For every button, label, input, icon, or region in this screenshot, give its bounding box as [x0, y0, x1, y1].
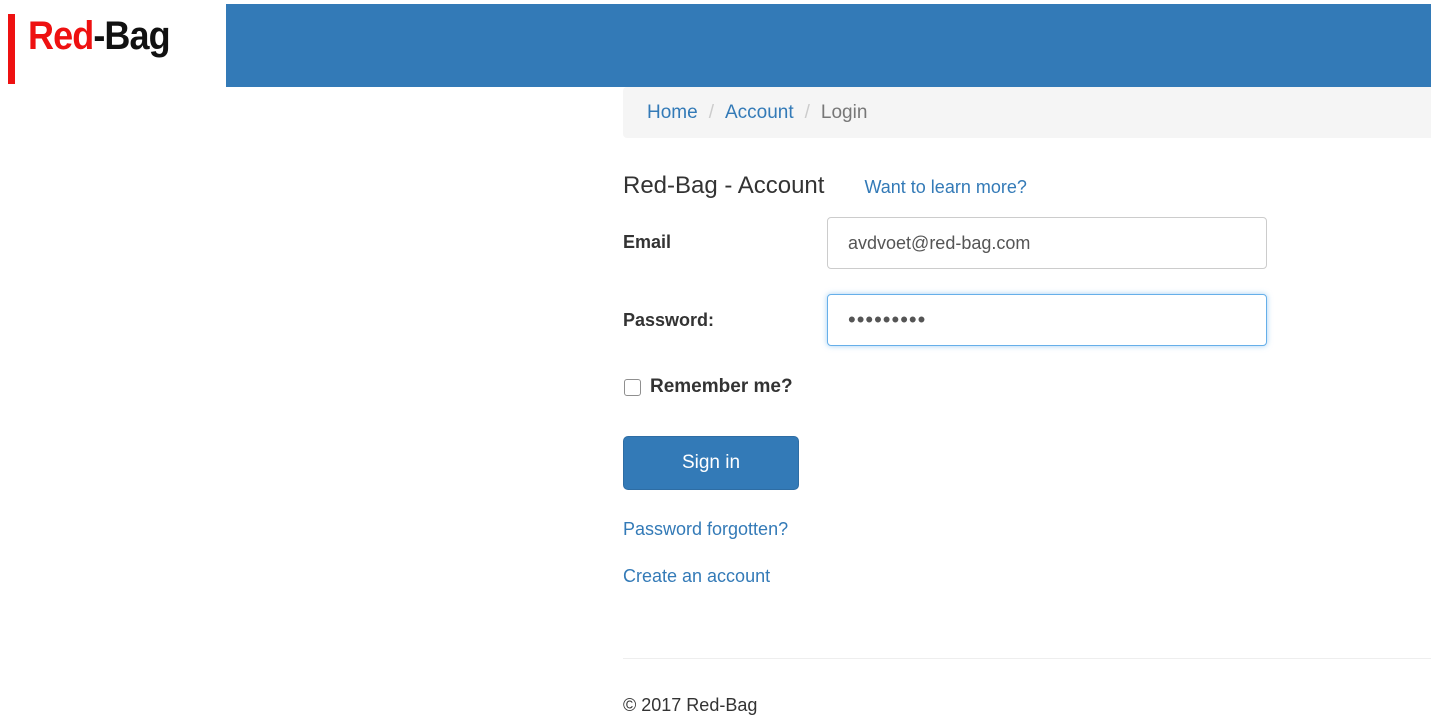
password-label: Password:	[623, 310, 715, 330]
remember-me-checkbox[interactable]	[624, 378, 641, 396]
logo[interactable]: Red-Bag	[0, 0, 226, 87]
email-field[interactable]	[827, 217, 1267, 269]
page-heading: Red-Bag - Account Want to learn more?	[623, 172, 1027, 200]
create-account-link[interactable]: Create an account	[623, 566, 770, 587]
header-banner	[226, 4, 1431, 87]
password-forgotten-link[interactable]: Password forgotten?	[623, 519, 788, 540]
sign-in-button[interactable]: Sign in	[623, 436, 799, 490]
footer-divider	[623, 658, 1431, 659]
learn-more-link[interactable]: Want to learn more?	[864, 177, 1026, 198]
logo-accent-bar	[8, 14, 15, 84]
page-title: Red-Bag - Account	[623, 172, 825, 199]
footer-copyright: © 2017 Red-Bag	[623, 695, 758, 715]
breadcrumb-separator: /	[804, 101, 810, 123]
top-header: Red-Bag	[0, 0, 1431, 87]
remember-me[interactable]: Remember me?	[624, 376, 793, 398]
breadcrumb-separator: /	[708, 101, 714, 123]
breadcrumb-home-link[interactable]: Home	[647, 102, 698, 124]
breadcrumb: Home / Account / Login	[623, 87, 1431, 138]
logo-text: Red-Bag	[28, 14, 171, 58]
breadcrumb-current: Login	[820, 101, 868, 123]
remember-me-label[interactable]: Remember me?	[650, 376, 793, 398]
logo-text-red: Red	[28, 14, 94, 58]
email-label: Email	[623, 232, 672, 252]
breadcrumb-account-link[interactable]: Account	[725, 102, 794, 124]
logo-text-dark: -Bag	[93, 14, 170, 58]
password-field[interactable]	[827, 294, 1267, 346]
